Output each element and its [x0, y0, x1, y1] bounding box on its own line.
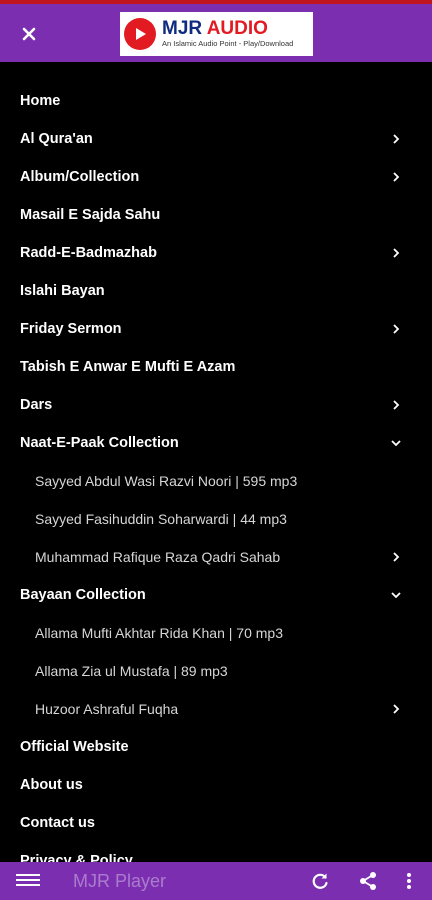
player-title: MJR Player — [73, 871, 167, 891]
hamburger-menu-icon[interactable] — [16, 871, 40, 891]
menu-item-label: Tabish E Anwar E Mufti E Azam — [20, 359, 236, 375]
chevron-right-icon[interactable] — [390, 171, 402, 183]
menu-item[interactable]: Masail E Sajda Sahu — [0, 196, 432, 234]
submenu-item[interactable]: Allama Mufti Akhtar Rida Khan | 70 mp3 — [0, 614, 432, 652]
app-logo: MJR AUDIO An Islamic Audio Point - Play/… — [120, 12, 313, 56]
menu-item[interactable]: Radd-E-Badmazhab — [0, 234, 432, 272]
menu-item-label: Sayyed Fasihuddin Soharwardi | 44 mp3 — [35, 511, 287, 527]
chevron-right-icon[interactable] — [390, 323, 402, 335]
chevron-right-icon[interactable] — [390, 247, 402, 259]
menu-item-label: Official Website — [20, 739, 129, 755]
logo-title: MJR AUDIO — [162, 18, 268, 39]
menu-item[interactable]: About us — [0, 766, 432, 804]
bottom-bar: MJR Player — [0, 862, 432, 900]
menu-item-label: Masail E Sajda Sahu — [20, 207, 161, 223]
logo-tagline: An Islamic Audio Point - Play/Download — [162, 39, 294, 48]
more-vertical-icon[interactable] — [398, 870, 420, 892]
menu-item-label: Privacy & Policy — [20, 853, 133, 862]
menu-item[interactable]: Bayaan Collection — [0, 576, 432, 614]
menu-item[interactable]: Tabish E Anwar E Mufti E Azam — [0, 348, 432, 386]
menu-item-label: Dars — [20, 397, 53, 413]
menu-item-label: Friday Sermon — [20, 321, 122, 337]
close-icon — [22, 27, 36, 41]
submenu-item[interactable]: Muhammad Rafique Raza Qadri Sahab — [0, 538, 432, 576]
menu-item-label: Sayyed Abdul Wasi Razvi Noori | 595 mp3 — [35, 473, 298, 489]
menu-item-label: Al Qura'an — [20, 131, 93, 147]
submenu-item[interactable]: Huzoor Ashraful Fuqha — [0, 690, 432, 728]
menu-item-label: Allama Zia ul Mustafa | 89 mp3 — [35, 663, 228, 679]
chevron-right-icon[interactable] — [390, 133, 402, 145]
menu-item-label: Allama Mufti Akhtar Rida Khan | 70 mp3 — [35, 625, 283, 641]
menu-item[interactable]: Al Qura'an — [0, 120, 432, 158]
menu-item[interactable]: Contact us — [0, 804, 432, 842]
menu-item-label: Bayaan Collection — [20, 587, 146, 603]
submenu-item[interactable]: Sayyed Abdul Wasi Razvi Noori | 595 mp3 — [0, 462, 432, 500]
menu-item[interactable]: Privacy & Policy — [0, 842, 432, 862]
menu-item-label: Radd-E-Badmazhab — [20, 245, 157, 261]
menu-item[interactable]: Official Website — [0, 728, 432, 766]
menu-item-label: Home — [20, 93, 61, 109]
menu-item-label: Huzoor Ashraful Fuqha — [35, 701, 179, 717]
menu-item-label: Contact us — [20, 815, 95, 831]
menu-item-label: Album/Collection — [20, 169, 140, 185]
chevron-down-icon[interactable] — [390, 437, 402, 449]
refresh-icon[interactable] — [309, 870, 331, 892]
share-icon[interactable] — [357, 870, 379, 892]
menu-item[interactable]: Dars — [0, 386, 432, 424]
chevron-right-icon[interactable] — [390, 703, 402, 715]
drawer-header: MJR AUDIO An Islamic Audio Point - Play/… — [0, 4, 432, 62]
menu-item[interactable]: Naat-E-Paak Collection — [0, 424, 432, 462]
close-button[interactable] — [10, 15, 48, 53]
menu-item[interactable]: Home — [0, 82, 432, 120]
chevron-down-icon[interactable] — [390, 589, 402, 601]
submenu-item[interactable]: Allama Zia ul Mustafa | 89 mp3 — [0, 652, 432, 690]
submenu-item[interactable]: Sayyed Fasihuddin Soharwardi | 44 mp3 — [0, 500, 432, 538]
menu-item-label: About us — [20, 777, 83, 793]
drawer-menu: Home Al Qura'an Album/Collection Masail E S… — [0, 82, 432, 862]
chevron-right-icon[interactable] — [390, 551, 402, 563]
play-logo-icon — [124, 18, 156, 50]
menu-item-label: Muhammad Rafique Raza Qadri Sahab — [35, 549, 281, 565]
menu-item[interactable]: Album/Collection — [0, 158, 432, 196]
menu-item[interactable]: Friday Sermon — [0, 310, 432, 348]
chevron-right-icon[interactable] — [390, 399, 402, 411]
menu-item-label: Islahi Bayan — [20, 283, 105, 299]
menu-item-label: Naat-E-Paak Collection — [20, 435, 179, 451]
menu-item[interactable]: Islahi Bayan — [0, 272, 432, 310]
